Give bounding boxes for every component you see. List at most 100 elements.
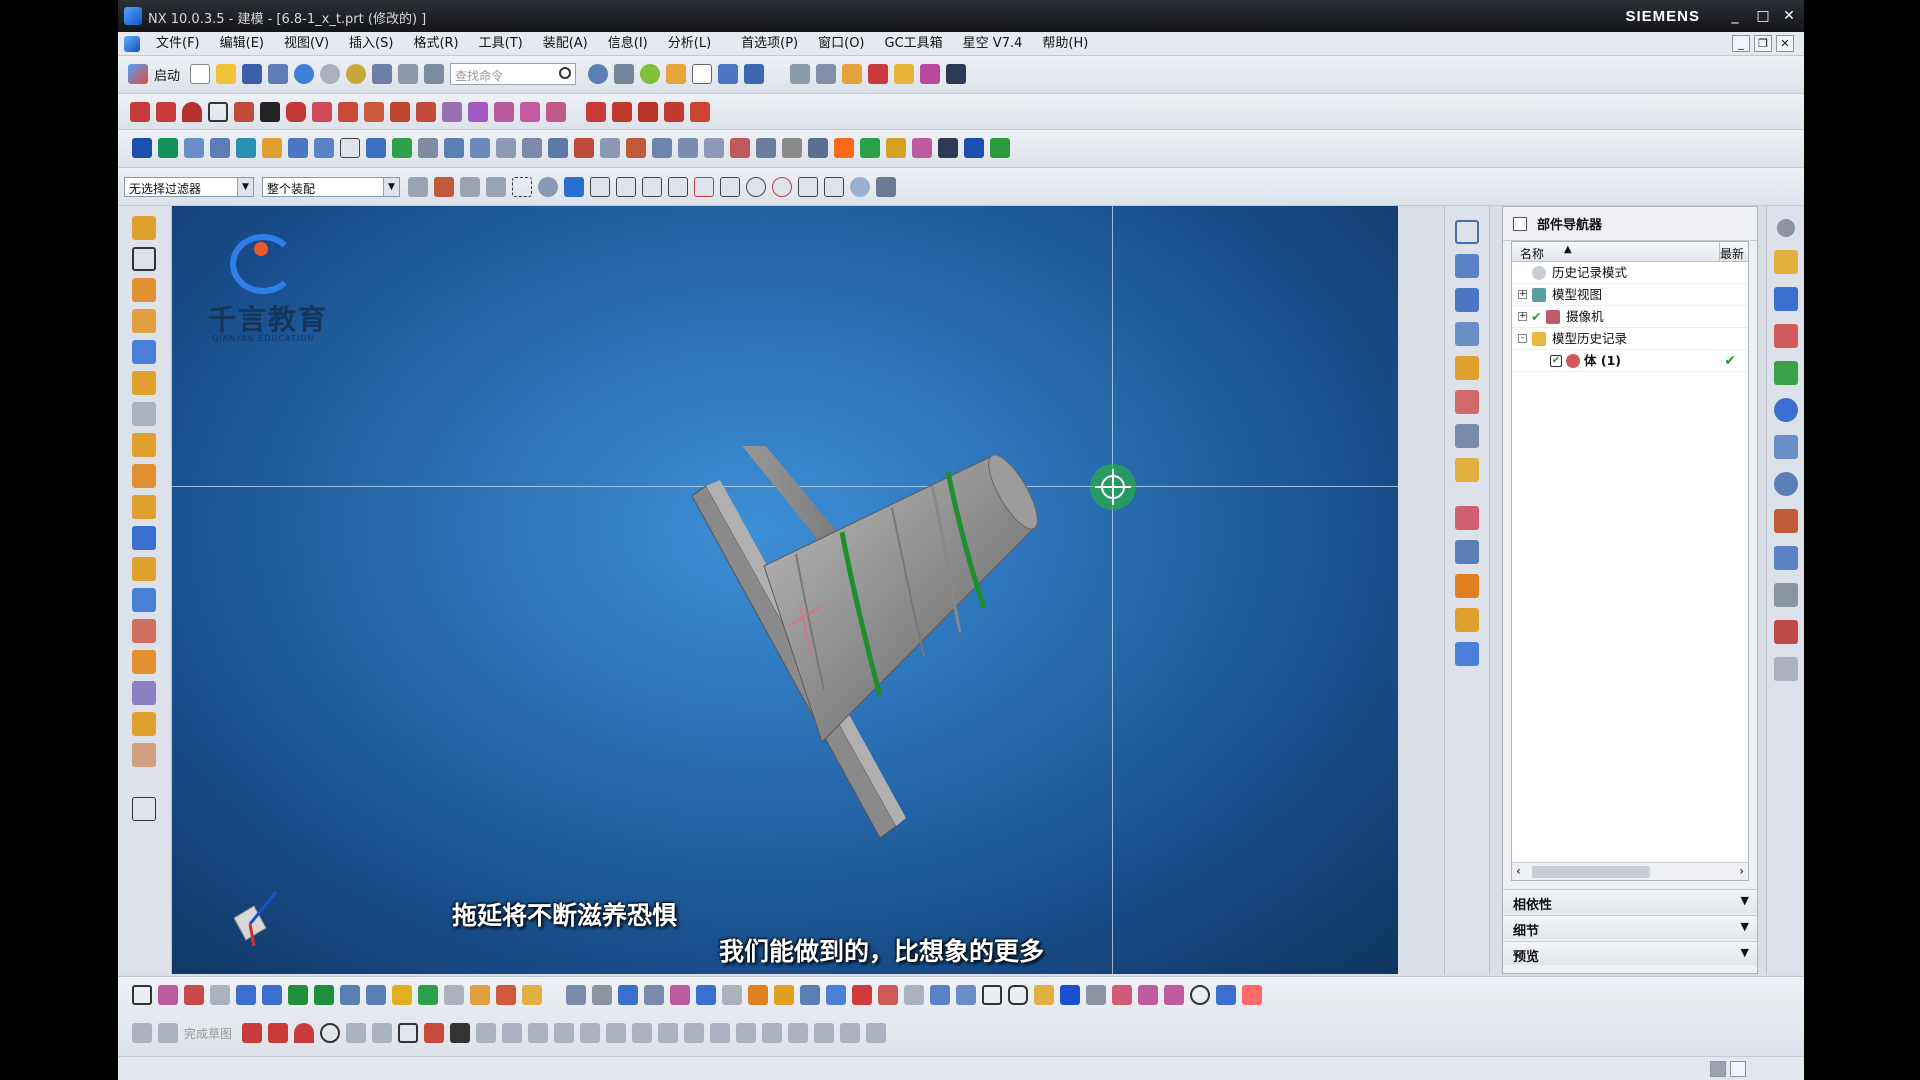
constraint-navigator-icon[interactable] (1774, 287, 1798, 311)
clip-icon[interactable] (816, 64, 837, 84)
curve-length-icon[interactable] (638, 102, 658, 122)
measure-icon[interactable] (868, 64, 889, 84)
hexagon-icon[interactable] (1008, 985, 1028, 1005)
edit-curve-icon[interactable] (690, 102, 710, 122)
sketch-point-icon[interactable] (450, 1023, 471, 1043)
ruler-icon[interactable] (946, 64, 967, 84)
hook-icon[interactable] (1216, 985, 1236, 1005)
fit-view-icon[interactable] (372, 64, 393, 84)
scroll-thumb[interactable] (1532, 866, 1650, 878)
view-top-icon[interactable] (1455, 254, 1479, 278)
bridge-curve-icon[interactable] (338, 102, 358, 122)
menu-window[interactable]: 窗口(O) (808, 35, 874, 53)
hand-icon[interactable] (132, 743, 156, 767)
arrow-right-icon[interactable] (262, 985, 282, 1005)
collapse-toggle-icon[interactable]: - (1518, 334, 1527, 343)
close-button[interactable]: ✕ (1778, 6, 1800, 26)
revolve-body-icon[interactable] (132, 309, 156, 333)
rotate-icon[interactable] (666, 64, 687, 84)
spool-icon[interactable] (1034, 985, 1054, 1005)
blue-u-icon[interactable] (1060, 985, 1080, 1005)
render-style-icon[interactable] (346, 64, 367, 84)
wireframe-icon[interactable] (1455, 642, 1479, 666)
bounded-plane-icon[interactable] (826, 985, 846, 1005)
finish-sketch-label[interactable]: 完成草图 (184, 1025, 232, 1042)
menu-preferences[interactable]: 首选项(P) (731, 35, 808, 53)
make-corner-icon[interactable] (606, 1023, 627, 1043)
sketch-chamfer-icon[interactable] (372, 1023, 393, 1043)
process-studio-icon[interactable] (1774, 546, 1798, 570)
snap-endpoint-icon[interactable] (590, 177, 610, 197)
sketch-rectangle-icon[interactable] (398, 1023, 419, 1043)
offset-region-icon[interactable] (132, 650, 156, 674)
intersection-curve-icon[interactable] (416, 102, 436, 122)
tools-icon[interactable] (860, 138, 880, 158)
edge-blend-icon[interactable] (444, 138, 464, 158)
pad-icon[interactable] (314, 138, 334, 158)
hole-icon[interactable] (236, 138, 256, 158)
view-right-icon[interactable] (1455, 322, 1479, 346)
quick-trim-icon[interactable] (554, 1023, 575, 1043)
view-back-icon[interactable] (1455, 424, 1479, 448)
snap-center-icon[interactable] (746, 177, 766, 197)
shaded-icon[interactable] (614, 64, 635, 84)
minimize-button[interactable]: _ (1724, 6, 1746, 26)
reuse-library-icon[interactable] (1774, 361, 1798, 385)
extrude-icon[interactable] (132, 138, 152, 158)
text-icon[interactable] (260, 102, 280, 122)
menu-edit[interactable]: 编辑(E) (210, 35, 274, 53)
studio-spline-icon[interactable] (234, 102, 254, 122)
xform-icon[interactable] (158, 985, 178, 1005)
line-tool-icon[interactable] (156, 102, 176, 122)
general-filter-icon[interactable] (408, 177, 428, 197)
background-icon[interactable] (692, 64, 713, 84)
menu-assembly[interactable]: 装配(A) (533, 35, 598, 53)
mesh-icon[interactable] (800, 985, 820, 1005)
delete-icon[interactable] (184, 985, 204, 1005)
arc-icon[interactable] (182, 102, 202, 122)
patch-icon[interactable] (956, 985, 976, 1005)
view-iso-icon[interactable] (1455, 356, 1479, 380)
pattern-icon[interactable] (548, 138, 568, 158)
palette-icon[interactable] (1774, 435, 1798, 459)
color-filter-icon[interactable] (434, 177, 454, 197)
navigator-horizontal-scrollbar[interactable]: ‹ › (1512, 862, 1748, 880)
line-icon[interactable] (130, 102, 150, 122)
snap-face-icon[interactable] (850, 177, 870, 197)
navigator-pin-checkbox[interactable] (1513, 216, 1527, 231)
intersect-icon[interactable] (626, 138, 646, 158)
selection-filter-select[interactable]: 无选择过滤器 ▼ (124, 177, 254, 197)
select-body-icon[interactable] (564, 177, 584, 197)
unite-icon[interactable] (574, 138, 594, 158)
shell-tool-icon[interactable] (132, 588, 156, 612)
cylinder-icon[interactable] (132, 371, 156, 395)
pattern-feature-icon[interactable] (132, 495, 156, 519)
red-tool-icon[interactable] (1242, 985, 1262, 1005)
point-icon[interactable] (592, 985, 612, 1005)
scroll-left-icon[interactable]: ‹ (1516, 864, 1521, 878)
sew-icon[interactable] (808, 138, 828, 158)
settings-gear-icon[interactable] (1777, 219, 1795, 237)
pink-grid-icon[interactable] (1112, 985, 1132, 1005)
wcs-icon[interactable] (744, 64, 765, 84)
grid-feature-icon[interactable] (340, 138, 360, 158)
information-window-icon[interactable] (1774, 657, 1798, 681)
smooth-spline-icon[interactable] (664, 102, 684, 122)
ruled-icon[interactable] (748, 985, 768, 1005)
doc-minimize-button[interactable]: _ (1732, 35, 1750, 52)
helix-icon[interactable] (364, 102, 384, 122)
assembly-scope-select[interactable]: 整个装配 ▼ (262, 177, 400, 197)
hand-tool-icon[interactable] (696, 985, 716, 1005)
shaded-with-edges-icon[interactable] (1455, 574, 1479, 598)
rapid-dimension-icon[interactable] (632, 1023, 653, 1043)
enlarge-icon[interactable] (930, 985, 950, 1005)
replace-face-icon[interactable] (756, 138, 776, 158)
tree-node-cameras[interactable]: + ✔ 摄像机 (1512, 306, 1748, 328)
system-materials-icon[interactable] (1774, 509, 1798, 533)
frame-icon[interactable] (982, 985, 1002, 1005)
finish-sketch-icon[interactable] (158, 1023, 178, 1043)
datum-axis-icon[interactable] (618, 985, 638, 1005)
relations-browser-icon[interactable] (736, 1023, 757, 1043)
full-screen-icon[interactable] (1710, 1061, 1726, 1077)
cam-icon[interactable] (834, 138, 854, 158)
